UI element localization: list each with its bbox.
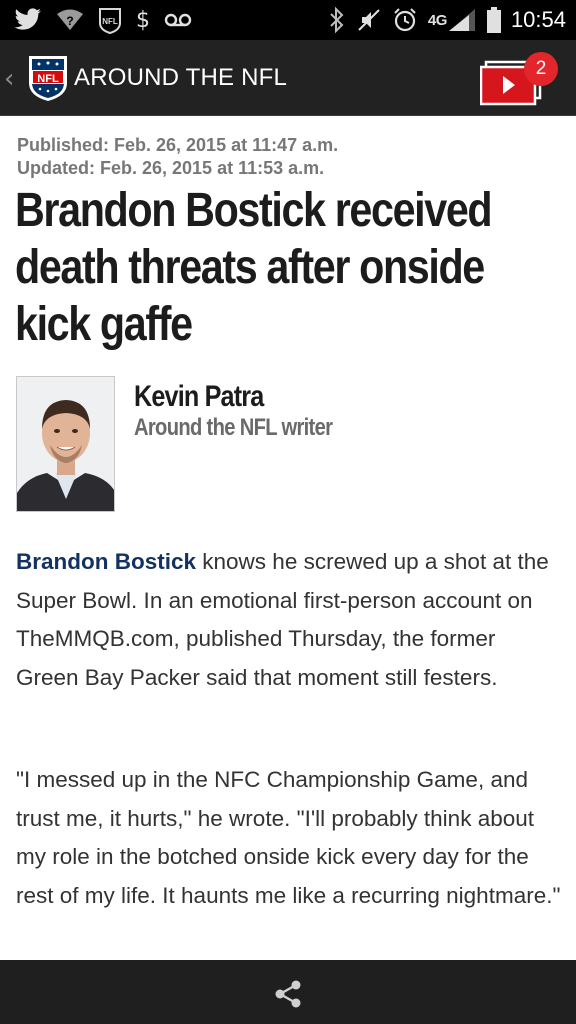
article-meta: Published: Feb. 26, 2015 at 11:47 a.m. U… [17,134,338,180]
back-chevron-icon[interactable]: ‹ [4,64,14,94]
author-role: Around the NFL writer [134,414,333,441]
wifi-question-icon: ? [56,8,84,32]
article-headline: Brandon Bostick received death threats a… [15,184,493,351]
dollar-icon: $ [136,7,150,33]
bottom-bar [0,960,576,1024]
app-title: AROUND THE NFL [74,64,288,91]
nfl-logo-text: NFL [37,73,59,85]
share-icon[interactable] [271,977,305,1011]
clock: 10:54 [510,7,566,32]
notification-count-badge: 2 [524,52,558,86]
nfl-notification-icon: NFL [98,6,122,34]
author-photo[interactable] [16,376,115,512]
article-paragraph: "I messed up in the NFC Championship Gam… [16,767,561,908]
network-label: 4G [427,11,448,29]
svg-text:?: ? [66,14,73,28]
alarm-icon [392,7,418,33]
voicemail-icon [164,12,192,28]
article-paragraph: Brandon Bostick knows he screwed up a sh… [16,543,564,697]
status-bar-notifications: ? NFL $ [14,0,192,40]
status-bar: ? NFL $ 4G 10:54 [0,0,576,40]
updated-date: Updated: Feb. 26, 2015 at 11:53 a.m. [17,158,325,178]
bluetooth-icon [328,7,346,33]
svg-text:NFL: NFL [102,17,118,26]
app-bar: ‹ NFL AROUND THE NFL [0,40,576,116]
battery-icon [486,7,501,33]
twitter-icon [14,8,42,32]
player-link[interactable]: Brandon Bostick [16,549,196,574]
nfl-logo[interactable]: NFL [27,53,69,108]
published-date: Published: Feb. 26, 2015 at 11:47 a.m. [17,135,339,155]
mute-icon [356,7,382,33]
status-bar-system: 4G 10:54 [328,0,566,40]
author-name[interactable]: Kevin Patra [134,380,264,414]
lte-signal-icon: 4G [428,7,477,33]
